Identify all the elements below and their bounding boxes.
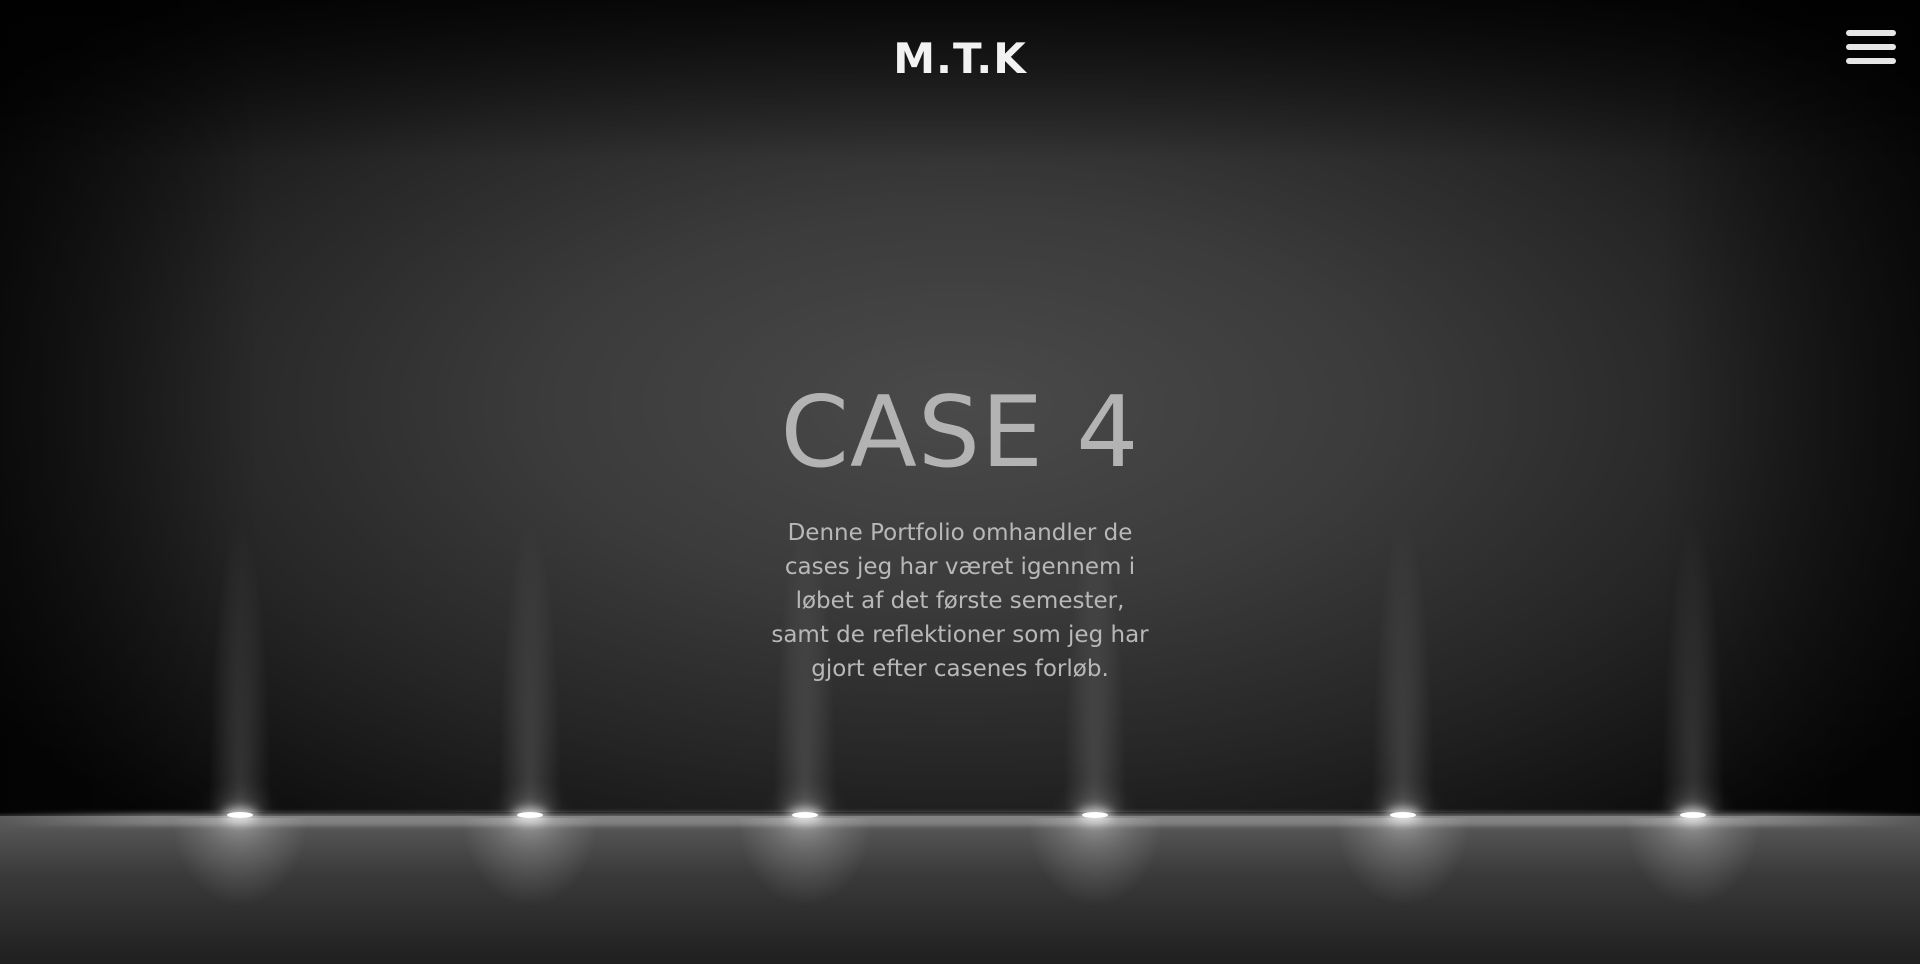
spotlight-reflection	[1593, 818, 1793, 964]
menu-bar	[1846, 44, 1896, 50]
spotlight-reflection	[140, 818, 340, 964]
site-logo[interactable]: M.T.K	[0, 34, 1920, 83]
spotlight-reflection	[995, 818, 1195, 964]
menu-bar	[1846, 58, 1896, 64]
spotlight-reflection	[1303, 818, 1503, 964]
hero-content: CASE 4 Denne Portfolio omhandler de case…	[0, 378, 1920, 686]
spotlight	[792, 812, 818, 818]
hero-description: Denne Portfolio omhandler de cases jeg h…	[771, 520, 1149, 682]
hero-section: M.T.K CASE 4 Denne Portfolio omhandler d…	[0, 0, 1920, 964]
menu-bar	[1846, 30, 1896, 36]
spotlight-reflection	[430, 818, 630, 964]
spotlight	[1390, 812, 1416, 818]
hamburger-menu-icon[interactable]	[1846, 30, 1898, 68]
spotlight	[227, 812, 253, 818]
spotlight	[1082, 812, 1108, 818]
page-title: CASE 4	[780, 376, 1140, 490]
spotlight	[517, 812, 543, 818]
spotlight	[1680, 812, 1706, 818]
spotlight-reflection	[705, 818, 905, 964]
